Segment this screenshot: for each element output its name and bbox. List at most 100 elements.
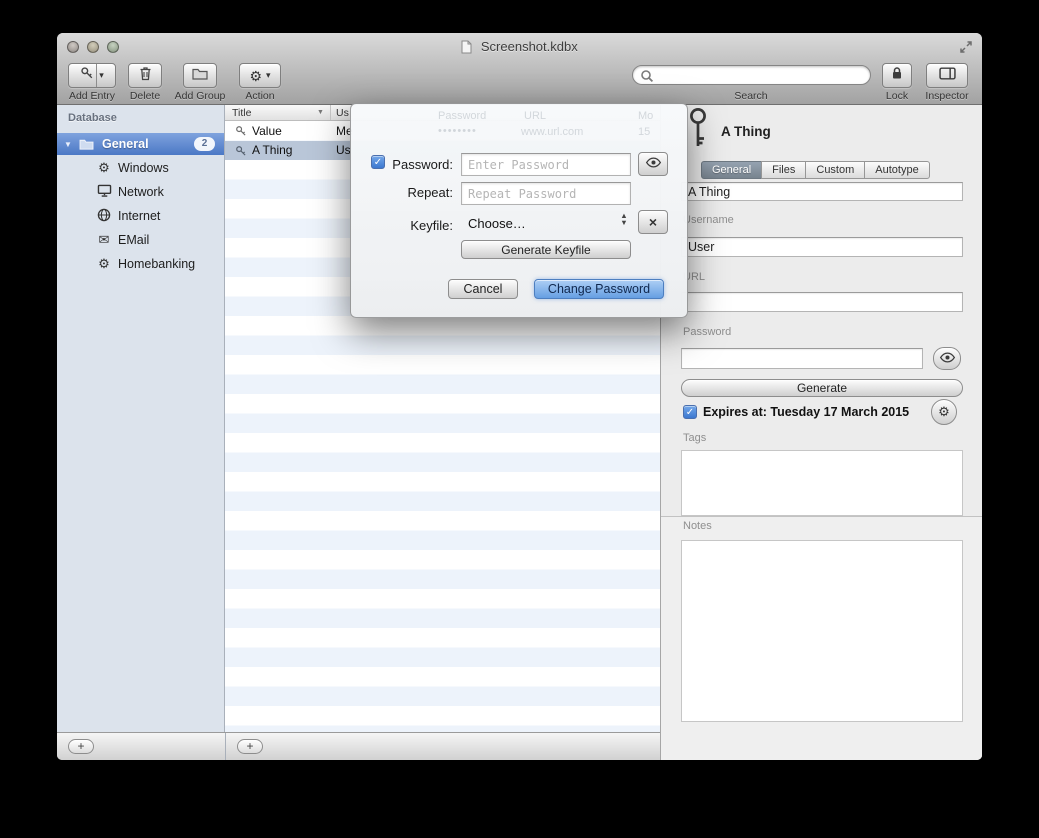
bottom-bar: + + xyxy=(57,732,660,760)
sidebar-item-windows[interactable]: ⚙ Windows xyxy=(57,156,224,180)
folder-icon xyxy=(192,67,208,85)
gear-icon: ⚙ xyxy=(96,160,112,176)
faded-column-url: URL xyxy=(524,110,546,122)
app-window: Screenshot.kdbx ▾ Add Entry Delete Add G… xyxy=(57,33,982,760)
document-icon xyxy=(461,39,472,55)
generate-keyfile-button[interactable]: Generate Keyfile xyxy=(461,240,631,259)
expires-label: Expires at: Tuesday 17 March 2015 xyxy=(703,405,909,419)
chevron-down-icon: ▾ xyxy=(266,71,271,80)
sidebar-item-label: Internet xyxy=(118,209,160,223)
sidebar-item-label: Windows xyxy=(118,161,169,175)
gear-icon: ⚙ xyxy=(96,256,112,272)
sidebar-group-label: General xyxy=(102,137,149,151)
group-count-badge: 2 xyxy=(194,137,215,151)
key-icon xyxy=(235,125,247,140)
tab-autotype[interactable]: Autotype xyxy=(864,161,929,179)
entry-username: Us xyxy=(336,143,351,157)
lock-label: Lock xyxy=(886,90,908,102)
column-header-username[interactable]: Us xyxy=(336,107,349,119)
eye-icon xyxy=(939,350,956,368)
add-entry-button[interactable]: ▾ xyxy=(68,63,116,88)
tab-custom[interactable]: Custom xyxy=(805,161,865,179)
sidebar: Database ▼ General 2 ⚙ Windows Network I… xyxy=(57,105,225,732)
inspector-button[interactable] xyxy=(926,63,968,88)
expires-gear-button[interactable]: ⚙ xyxy=(931,399,957,425)
inspector-panel-icon xyxy=(939,67,956,85)
change-password-button[interactable]: Change Password xyxy=(534,279,664,299)
add-entry-plus-button[interactable]: + xyxy=(237,739,263,754)
generate-password-button[interactable]: Generate xyxy=(681,379,963,397)
clear-keyfile-button[interactable]: × xyxy=(638,210,668,234)
sidebar-item-network[interactable]: Network xyxy=(57,180,224,204)
stepper-icon[interactable]: ▲ ▼ xyxy=(617,212,631,226)
change-password-button-label: Change Password xyxy=(548,282,650,296)
new-password-input[interactable] xyxy=(461,153,631,176)
add-group-plus-button[interactable]: + xyxy=(68,739,94,754)
gear-icon: ⚙ xyxy=(938,404,950,420)
password-label: Password xyxy=(683,326,731,338)
username-label: Username xyxy=(683,214,734,226)
window-chrome: Screenshot.kdbx ▾ Add Entry Delete Add G… xyxy=(57,33,982,105)
key-icon xyxy=(235,145,247,160)
fullscreen-icon[interactable] xyxy=(959,40,973,59)
faded-modified-value: 15 xyxy=(638,126,650,138)
inspector-tabs: General Files Custom Autotype xyxy=(701,161,930,179)
sort-indicator-icon: ▼ xyxy=(317,109,324,116)
tab-general[interactable]: General xyxy=(701,161,762,179)
url-field[interactable] xyxy=(681,292,963,312)
sidebar-group-general[interactable]: ▼ General 2 xyxy=(57,133,224,155)
show-password-button[interactable] xyxy=(638,152,668,176)
search-field[interactable] xyxy=(632,65,871,85)
inspector-entry-title: A Thing xyxy=(721,124,771,139)
search-input[interactable] xyxy=(657,67,862,83)
sidebar-item-label: Homebanking xyxy=(118,257,195,271)
notes-label: Notes xyxy=(683,520,712,532)
tab-files[interactable]: Files xyxy=(761,161,806,179)
repeat-password-input[interactable] xyxy=(461,182,631,205)
chevron-down-icon[interactable]: ▾ xyxy=(99,71,104,80)
delete-button[interactable] xyxy=(128,63,162,88)
lock-icon xyxy=(891,66,903,85)
add-group-button[interactable] xyxy=(183,63,217,88)
stepper-down-icon[interactable]: ▼ xyxy=(617,219,631,226)
close-icon: × xyxy=(649,214,657,230)
column-header-title[interactable]: Title xyxy=(232,107,251,119)
dialog-password-label: Password: xyxy=(368,157,453,172)
search-icon xyxy=(640,69,654,88)
delete-label: Delete xyxy=(130,90,160,102)
title-bar[interactable]: Screenshot.kdbx xyxy=(57,38,982,54)
lock-button[interactable] xyxy=(882,63,912,88)
window-title-text: Screenshot.kdbx xyxy=(481,39,578,54)
dialog-repeat-label: Repeat: xyxy=(368,185,453,200)
sidebar-item-internet[interactable]: Internet xyxy=(57,204,224,228)
key-icon xyxy=(80,66,94,85)
keyfile-popup[interactable]: Choose… xyxy=(468,216,526,231)
cancel-button-label: Cancel xyxy=(464,282,503,296)
generate-keyfile-label: Generate Keyfile xyxy=(501,243,590,257)
inspector-panel: A Thing General Files Custom Autotype Us… xyxy=(660,105,982,760)
sidebar-item-email[interactable]: ✉ EMail xyxy=(57,228,224,252)
show-password-button[interactable] xyxy=(933,347,961,370)
action-button[interactable]: ⚙ ▾ xyxy=(239,63,281,88)
sidebar-item-label: Network xyxy=(118,185,164,199)
generate-button-label: Generate xyxy=(797,381,847,395)
tags-label: Tags xyxy=(683,432,706,444)
sidebar-item-label: EMail xyxy=(118,233,149,247)
folder-icon xyxy=(79,137,94,155)
globe-icon xyxy=(96,208,112,225)
sidebar-item-homebanking[interactable]: ⚙ Homebanking xyxy=(57,252,224,276)
password-field[interactable] xyxy=(681,348,923,369)
column-divider[interactable] xyxy=(330,105,331,120)
disclosure-triangle-icon[interactable]: ▼ xyxy=(64,140,72,149)
notes-input[interactable] xyxy=(681,540,963,722)
tags-input[interactable] xyxy=(681,450,963,516)
add-entry-label: Add Entry xyxy=(69,90,115,102)
sidebar-section-header: Database xyxy=(68,112,117,124)
username-field[interactable] xyxy=(681,237,963,257)
gear-icon: ⚙ xyxy=(249,69,262,83)
faded-url-value: www.url.com xyxy=(521,126,583,138)
action-label: Action xyxy=(245,90,274,102)
cancel-button[interactable]: Cancel xyxy=(448,279,518,299)
title-field[interactable] xyxy=(681,182,963,201)
expires-checkbox[interactable]: ✓ xyxy=(683,405,697,419)
